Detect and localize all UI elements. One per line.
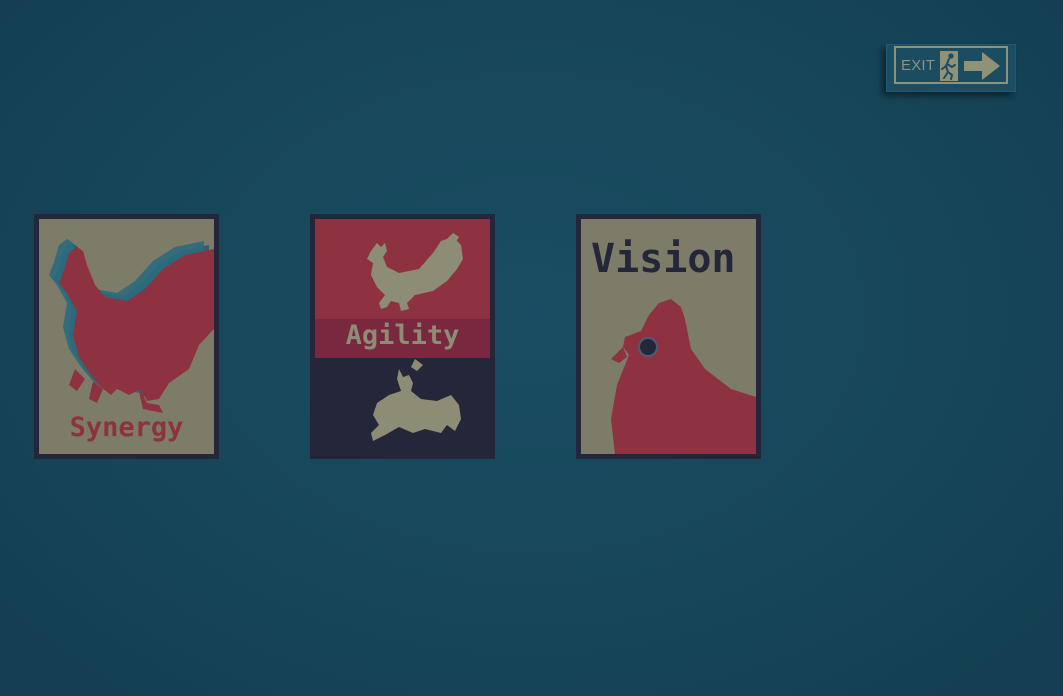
card-synergy[interactable]: Synergy (34, 214, 219, 459)
arrow-right-icon (964, 52, 1000, 80)
exit-button[interactable]: EXIT (886, 44, 1016, 92)
card-vision-label: Vision (591, 236, 736, 282)
card-agility-label: Agility (345, 320, 460, 351)
card-vision[interactable]: Vision (576, 214, 761, 459)
card-synergy-label: Synergy (69, 412, 184, 443)
falling-rooster-icon (371, 359, 461, 441)
card-agility[interactable]: Agility (310, 214, 495, 459)
